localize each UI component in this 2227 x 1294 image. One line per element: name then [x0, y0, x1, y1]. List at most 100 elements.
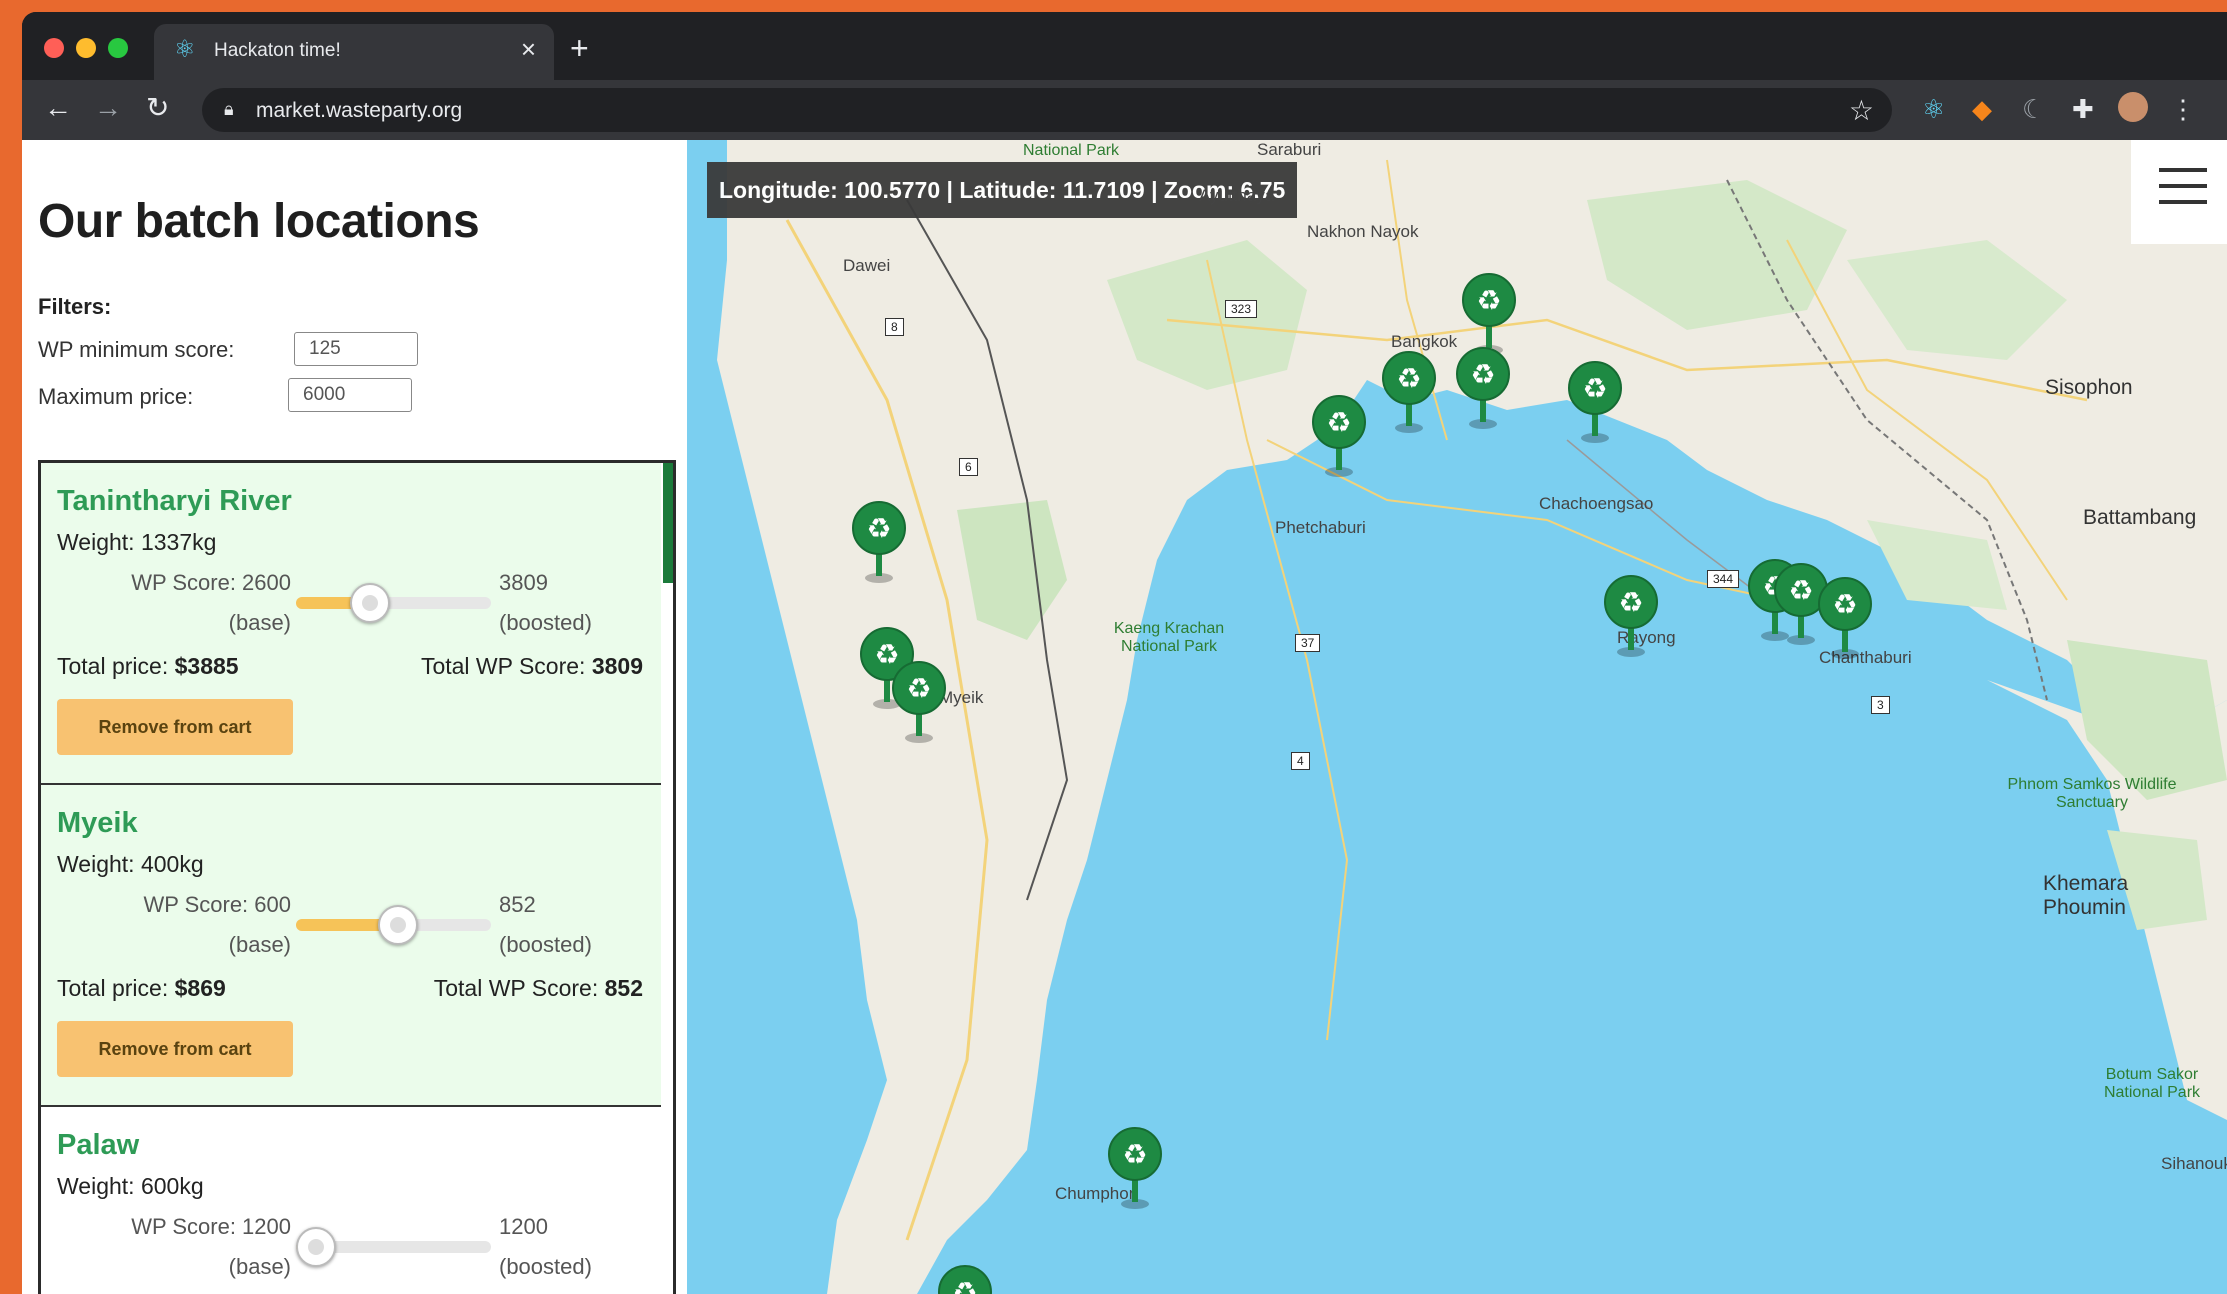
boost-slider[interactable] — [296, 1227, 491, 1267]
tab-close-icon[interactable]: × — [521, 36, 536, 62]
wp-boosted-score: 852 (boosted) — [499, 892, 592, 957]
react-devtools-icon[interactable]: ⚛ — [1922, 94, 1945, 124]
svg-text:♻: ♻ — [952, 1276, 977, 1294]
svg-text:♻: ♻ — [1396, 362, 1421, 395]
recycle-marker-icon[interactable]: ♻ — [935, 1264, 995, 1294]
close-window-button[interactable] — [44, 38, 64, 58]
road-shield: 37 — [1295, 634, 1321, 652]
recycle-marker-icon[interactable]: ♻ — [849, 500, 909, 584]
road-shield: 6 — [959, 458, 978, 476]
road-shield: 4 — [1291, 752, 1310, 770]
max-price-input[interactable] — [288, 378, 412, 412]
menu-kebab-icon[interactable]: ⋮ — [2170, 94, 2196, 124]
extensions-puzzle-icon[interactable]: ✚ — [2072, 94, 2094, 124]
total-price: Total price: $3885 — [57, 653, 239, 679]
filters-label: Filters: — [38, 294, 112, 319]
slider-handle[interactable] — [378, 905, 419, 945]
total-price: Total price: $869 — [57, 975, 226, 1001]
url-text: market.wasteparty.org — [256, 99, 463, 122]
map-label: Nakhon Nayok — [1307, 222, 1419, 241]
recycle-marker-icon[interactable]: ♻ — [1309, 394, 1369, 478]
recycle-marker-icon[interactable]: ♻ — [1815, 576, 1875, 660]
recycle-marker-icon[interactable]: ♻ — [889, 660, 949, 744]
recycle-marker-icon[interactable]: ♻ — [1379, 350, 1439, 434]
boost-slider[interactable] — [296, 905, 491, 945]
minimize-window-button[interactable] — [76, 38, 96, 58]
new-tab-button[interactable]: + — [570, 32, 589, 64]
svg-text:♻: ♻ — [1470, 358, 1495, 391]
recycle-marker-icon[interactable]: ♻ — [1459, 272, 1519, 356]
recycle-marker-icon[interactable]: ♻ — [1453, 346, 1513, 430]
batch-name: Palaw — [57, 1129, 140, 1161]
remove-from-cart-button[interactable]: Remove from cart — [57, 1021, 293, 1077]
maximize-window-button[interactable] — [108, 38, 128, 58]
wp-boosted-score: 1200 (boosted) — [499, 1214, 592, 1279]
wp-min-score-label: WP minimum score: — [38, 337, 235, 362]
batch-weight: Weight: 400kg — [57, 851, 204, 877]
browser-window: ⚛ Hackaton time! × + ← → ↻ 🔒︎ market.was… — [22, 12, 2227, 1294]
boost-slider[interactable] — [296, 583, 491, 623]
tab-title: Hackaton time! — [214, 40, 341, 61]
browser-tab[interactable]: ⚛ Hackaton time! × — [154, 24, 554, 80]
slider-handle[interactable] — [350, 583, 391, 623]
svg-text:♻: ♻ — [1476, 284, 1501, 317]
map-label: Ayutthaya — [1199, 186, 1275, 205]
map-label: Bangkok — [1391, 332, 1458, 351]
recycle-marker-icon[interactable]: ♻ — [1565, 360, 1625, 444]
recycle-marker-icon[interactable]: ♻ — [1105, 1126, 1165, 1210]
wp-base-score: WP Score: 600 (base) — [143, 892, 291, 957]
svg-text:♻: ♻ — [1582, 372, 1607, 405]
profile-avatar[interactable] — [2118, 92, 2148, 122]
metamask-fox-icon[interactable]: ◆ — [1972, 94, 1992, 124]
wp-min-score-input[interactable] — [294, 332, 418, 366]
map-label: Chachoengsao — [1539, 494, 1654, 513]
park-label: National Park — [1023, 142, 1120, 159]
park-label: Phnom Samkos Wildlife Sanctuary — [2007, 776, 2177, 811]
wp-boosted-score: 3809 (boosted) — [499, 570, 592, 635]
batch-name: Myeik — [57, 807, 138, 839]
svg-text:♻: ♻ — [1788, 574, 1813, 607]
max-price-label: Maximum price: — [38, 384, 194, 409]
page-title: Our batch locations — [38, 195, 480, 248]
map-label: Dawei — [843, 256, 891, 275]
wp-base-score: WP Score: 1200 (base) — [131, 1214, 291, 1279]
batch-weight: Weight: 600kg — [57, 1173, 204, 1199]
map-label: Phetchaburi — [1275, 518, 1366, 537]
batch-list[interactable]: Tanintharyi River Weight: 1337kg WP Scor… — [38, 460, 676, 1294]
batch-card: Myeik Weight: 400kg WP Score: 600 (base) … — [41, 785, 661, 1107]
hamburger-menu-button[interactable] — [2131, 140, 2227, 244]
wp-base-score: WP Score: 2600 (base) — [131, 570, 291, 635]
road-shield: 3 — [1871, 696, 1890, 714]
lock-icon: 🔒︎ — [224, 99, 234, 119]
svg-text:♻: ♻ — [1832, 588, 1857, 621]
svg-text:♻: ♻ — [866, 512, 891, 545]
tab-strip: ⚛ Hackaton time! × + — [22, 12, 2227, 80]
batch-name: Tanintharyi River — [57, 485, 292, 517]
scrollbar-thumb[interactable] — [663, 463, 673, 583]
reload-icon[interactable]: ↻ — [146, 92, 169, 124]
batch-weight: Weight: 1337kg — [57, 529, 217, 555]
bookmark-star-icon[interactable]: ☆ — [1849, 94, 1874, 127]
svg-text:♻: ♻ — [906, 672, 931, 705]
svg-text:♻: ♻ — [1122, 1138, 1147, 1171]
sidebar: Our batch locations Filters: WP minimum … — [22, 140, 687, 1294]
road-shield: 8 — [885, 318, 904, 336]
map-view[interactable]: Longitude: 100.5770 | Latitude: 11.7109 … — [687, 140, 2227, 1294]
extension-c-icon[interactable]: ☾ — [2022, 94, 2045, 124]
road-shield: 323 — [1225, 300, 1258, 318]
address-bar[interactable]: 🔒︎ market.wasteparty.org ☆ — [202, 88, 1892, 132]
forward-arrow-icon[interactable]: → — [94, 92, 122, 124]
map-label: Sihanouk — [2161, 1154, 2227, 1173]
map-label: Saraburi — [1257, 140, 1322, 159]
svg-text:♻: ♻ — [1618, 586, 1643, 619]
react-icon: ⚛ — [174, 36, 196, 63]
remove-from-cart-button[interactable]: Remove from cart — [57, 699, 293, 755]
page-content: Our batch locations Filters: WP minimum … — [22, 140, 2227, 1294]
map-label: Khemara Phoumin — [2043, 872, 2129, 919]
back-arrow-icon[interactable]: ← — [44, 92, 72, 124]
recycle-marker-icon[interactable]: ♻ — [1601, 574, 1661, 658]
total-wp-score: Total WP Score: 3809 — [420, 653, 643, 679]
road-shield: 344 — [1707, 570, 1740, 588]
slider-handle[interactable] — [296, 1227, 336, 1267]
map-label: Sisophon — [2045, 376, 2133, 399]
